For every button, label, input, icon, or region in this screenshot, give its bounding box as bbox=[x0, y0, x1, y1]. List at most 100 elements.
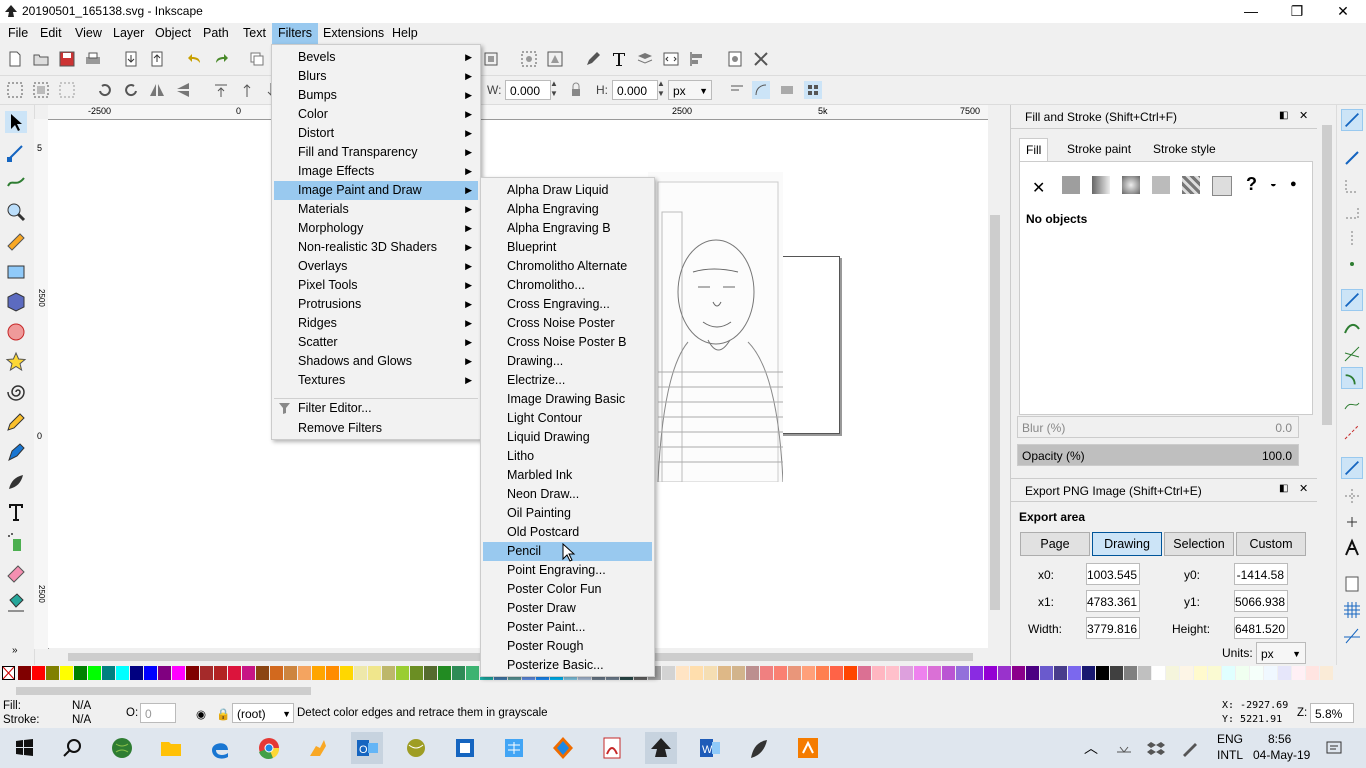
tab-fill[interactable]: Fill bbox=[1019, 138, 1049, 161]
lock-layer-icon[interactable]: 🔒 bbox=[216, 707, 230, 721]
pattern-icon[interactable] bbox=[1182, 176, 1200, 194]
color-swatch[interactable] bbox=[284, 666, 297, 680]
expand-toolbox-icon[interactable]: » bbox=[12, 645, 18, 656]
height-spinner[interactable]: ▲ ▼ bbox=[657, 79, 665, 99]
color-swatch[interactable] bbox=[326, 666, 339, 680]
submenu-item[interactable]: Light Contour bbox=[483, 409, 652, 428]
fill-rule-nonzero-icon[interactable]: ● bbox=[1290, 178, 1297, 190]
blur-slider[interactable]: Blur (%) 0.0 bbox=[1017, 416, 1299, 438]
color-swatch[interactable] bbox=[1068, 666, 1081, 680]
submenu-item[interactable]: Cross Engraving... bbox=[483, 295, 652, 314]
text-tool-icon[interactable] bbox=[5, 501, 27, 523]
color-swatch[interactable] bbox=[158, 666, 171, 680]
submenu-item[interactable]: Liquid Drawing bbox=[483, 428, 652, 447]
submenu-item[interactable]: Chromolitho Alternate bbox=[483, 257, 652, 276]
3d-box-tool-icon[interactable] bbox=[5, 291, 27, 313]
filters-menu-item[interactable]: Pixel Tools ▶ bbox=[274, 276, 478, 295]
export-icon[interactable] bbox=[148, 50, 166, 68]
color-swatch[interactable] bbox=[746, 666, 759, 680]
color-swatch[interactable] bbox=[1306, 666, 1319, 680]
import-icon[interactable] bbox=[122, 50, 140, 68]
color-swatch[interactable] bbox=[1054, 666, 1067, 680]
snap-bbox-icon[interactable] bbox=[1341, 147, 1363, 169]
snap-bbox-midpoints-icon[interactable] bbox=[1341, 227, 1363, 249]
color-swatch[interactable] bbox=[18, 666, 31, 680]
filters-menu-item[interactable]: Blurs ▶ bbox=[274, 67, 478, 86]
diamond-app-icon[interactable] bbox=[547, 732, 579, 764]
move-patterns-icon[interactable] bbox=[804, 81, 822, 99]
color-swatch[interactable] bbox=[1180, 666, 1193, 680]
color-swatch[interactable] bbox=[1194, 666, 1207, 680]
y1-field[interactable]: 5066.938 bbox=[1234, 590, 1288, 612]
chrome-browser-icon[interactable] bbox=[253, 732, 285, 764]
print-icon[interactable] bbox=[84, 50, 102, 68]
color-swatch[interactable] bbox=[690, 666, 703, 680]
menu-filters[interactable]: Filters bbox=[272, 23, 319, 44]
menu-layer[interactable]: Layer bbox=[113, 26, 144, 40]
color-swatch[interactable] bbox=[676, 666, 689, 680]
group-icon[interactable] bbox=[482, 50, 500, 68]
keyboard-layout-indicator[interactable]: INTL bbox=[1217, 748, 1243, 762]
unset-paint-icon[interactable]: ? bbox=[1246, 174, 1257, 195]
unit-select[interactable]: px ▼ bbox=[668, 80, 712, 100]
pencil-sketch-image[interactable] bbox=[648, 172, 783, 482]
export-width-field[interactable]: 3779.816 bbox=[1086, 617, 1140, 639]
color-swatch[interactable] bbox=[200, 666, 213, 680]
menu-extensions[interactable]: Extensions bbox=[323, 26, 384, 40]
stroke-indicator-value[interactable]: N/A bbox=[72, 714, 91, 726]
submenu-item[interactable]: Blueprint bbox=[483, 238, 652, 257]
panel-collapse-icon[interactable]: ◧ bbox=[1279, 110, 1288, 121]
color-swatch[interactable] bbox=[256, 666, 269, 680]
color-swatch[interactable] bbox=[704, 666, 717, 680]
export-drawing-button[interactable]: Drawing bbox=[1092, 532, 1162, 556]
color-swatch[interactable] bbox=[1012, 666, 1025, 680]
height-field[interactable]: 0.000 bbox=[612, 80, 658, 100]
menu-item-remove-filters[interactable]: Remove Filters bbox=[274, 419, 478, 438]
ellipse-tool-icon[interactable] bbox=[5, 321, 27, 343]
snap-bbox-center-icon[interactable] bbox=[1341, 253, 1363, 275]
filters-menu-item[interactable]: Shadows and Glows ▶ bbox=[274, 352, 478, 371]
paint-bucket-tool-icon[interactable] bbox=[5, 591, 27, 613]
pen-tray-icon[interactable] bbox=[1180, 738, 1200, 758]
color-swatch[interactable] bbox=[1096, 666, 1109, 680]
orange-app-icon[interactable] bbox=[792, 732, 824, 764]
zoom-tool-icon[interactable] bbox=[5, 201, 27, 223]
preferences-icon[interactable] bbox=[752, 50, 770, 68]
color-swatch[interactable] bbox=[1264, 666, 1277, 680]
zoom-field[interactable]: 5.8% bbox=[1310, 703, 1354, 723]
color-swatch[interactable] bbox=[844, 666, 857, 680]
snap-intersections-icon[interactable] bbox=[1341, 343, 1363, 365]
color-swatch[interactable] bbox=[998, 666, 1011, 680]
color-swatch[interactable] bbox=[396, 666, 409, 680]
snap-object-center-icon[interactable] bbox=[1341, 485, 1363, 507]
color-swatch[interactable] bbox=[1124, 666, 1137, 680]
color-swatch[interactable] bbox=[1208, 666, 1221, 680]
scale-corners-icon[interactable] bbox=[752, 81, 770, 99]
windows-start-icon[interactable] bbox=[8, 732, 40, 764]
submenu-item[interactable]: Poster Color Fun bbox=[483, 580, 652, 599]
snap-paths-icon[interactable] bbox=[1341, 317, 1363, 339]
tweak-tool-icon[interactable] bbox=[5, 171, 27, 193]
color-swatch[interactable] bbox=[228, 666, 241, 680]
submenu-item[interactable]: Neon Draw... bbox=[483, 485, 652, 504]
palette-scrollbar[interactable] bbox=[0, 684, 1366, 698]
deer-app-icon[interactable] bbox=[302, 732, 334, 764]
color-swatch[interactable] bbox=[1040, 666, 1053, 680]
edge-browser-icon[interactable] bbox=[204, 732, 236, 764]
scale-stroke-icon[interactable] bbox=[728, 81, 746, 99]
menu-file[interactable]: File bbox=[8, 26, 28, 40]
new-document-icon[interactable] bbox=[6, 50, 24, 68]
color-swatch[interactable] bbox=[466, 666, 479, 680]
file-explorer-icon[interactable] bbox=[155, 732, 187, 764]
tab-stroke-style[interactable]: Stroke style bbox=[1147, 138, 1222, 160]
color-swatch[interactable] bbox=[942, 666, 955, 680]
menu-view[interactable]: View bbox=[75, 26, 102, 40]
filters-menu-item[interactable]: Morphology ▶ bbox=[274, 219, 478, 238]
star-tool-icon[interactable] bbox=[5, 351, 27, 373]
color-swatch[interactable] bbox=[116, 666, 129, 680]
color-swatch[interactable] bbox=[662, 666, 675, 680]
snap-rotation-center-icon[interactable] bbox=[1341, 511, 1363, 533]
submenu-item[interactable]: Cross Noise Poster B bbox=[483, 333, 652, 352]
calculator-app-icon[interactable] bbox=[498, 732, 530, 764]
tab-stroke-paint[interactable]: Stroke paint bbox=[1061, 138, 1137, 160]
